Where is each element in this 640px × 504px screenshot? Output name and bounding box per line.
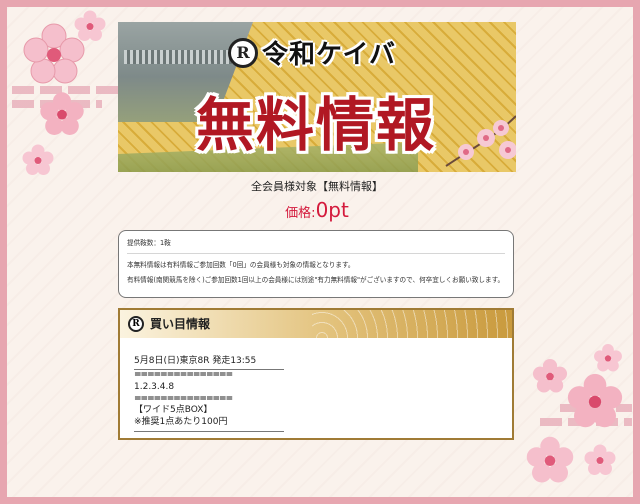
notice-line-2: 有料情報(南関競馬を除く)ご参加回数1回以上の会員様には別途"有力無料情報"がご… — [127, 276, 505, 285]
price-label: 価格: — [285, 206, 316, 221]
notice-box: 提供鞍数：1鞍 本無料情報は有料情報ご参加回数「0回」の会員様も対象の情報となり… — [118, 230, 514, 298]
hero-banner: R 令和ケイバ 無料情報 — [118, 22, 516, 172]
separator: =============== — [134, 393, 233, 404]
race-info: 5月8日(日)東京8R 発走13:55 — [134, 356, 284, 371]
bet-type: 【ワイド5点BOX】 — [134, 405, 213, 416]
brand-logo: R 令和ケイバ — [228, 34, 396, 71]
cherry-blossom-icon — [594, 344, 622, 372]
cherry-blossom-icon — [584, 444, 616, 475]
cherry-blossom-icon — [74, 10, 106, 41]
horse-numbers: 1.2.3.4.8 — [134, 382, 175, 393]
notice-line-1: 本無料情報は有料情報ご参加回数「0回」の会員様も対象の情報となります。 — [127, 261, 355, 270]
target-members-text: 全会員様対象【無料情報】 — [251, 180, 383, 193]
price-value: 0pt — [315, 198, 349, 222]
cherry-branch-icon — [445, 115, 516, 167]
buy-info-title: 買い目情報 — [150, 317, 211, 332]
cherry-blossom-icon — [40, 92, 84, 135]
provided-count: 提供鞍数：1鞍 — [127, 238, 505, 255]
brand-name: 令和ケイバ — [262, 40, 396, 70]
cherry-blossom-icon — [526, 436, 574, 483]
separator: =============== — [134, 370, 233, 381]
buy-info-header: R 買い目情報 — [120, 309, 512, 338]
cherry-blossom-icon — [567, 373, 623, 428]
price-display: 価格:0pt — [118, 198, 516, 222]
logo-mark-icon: R — [228, 37, 258, 68]
recommended-stake: ※推奨1点あたり100円 — [134, 417, 284, 432]
page-title: 無料情報 — [196, 91, 437, 159]
main-content: R 令和ケイバ 無料情報 全会員様対象【無料情報】 価格:0pt 提供鞍数：1鞍… — [118, 22, 516, 440]
cherry-blossom-icon — [22, 144, 54, 175]
logo-mark-icon: R — [128, 315, 144, 332]
buy-info-body: 5月8日(日)東京8R 発走13:55 =============== 1.2.… — [120, 338, 512, 438]
buy-info-panel: R 買い目情報 5月8日(日)東京8R 発走13:55 ============… — [118, 307, 514, 440]
